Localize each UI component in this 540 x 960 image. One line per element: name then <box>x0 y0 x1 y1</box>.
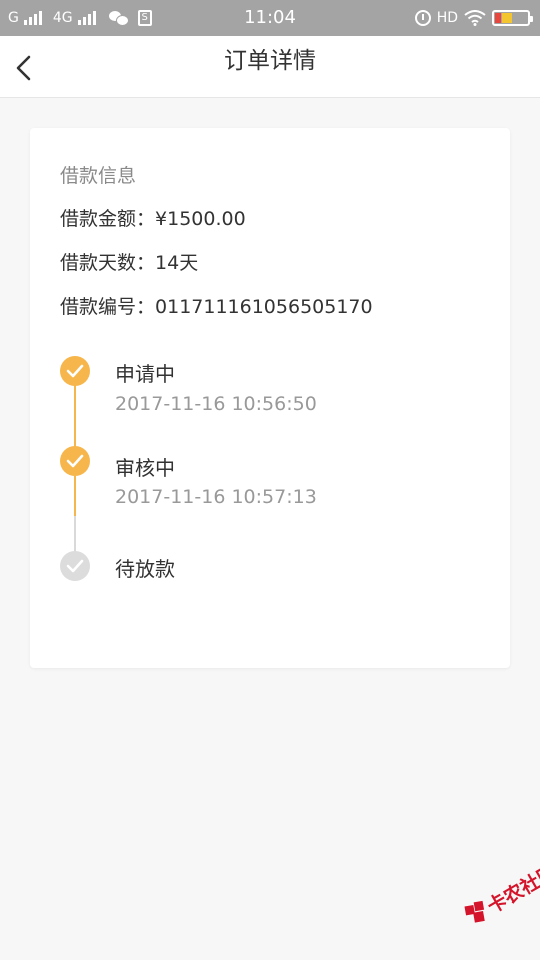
timeline-step-label: 申请中 <box>115 362 175 386</box>
watermark: 卡农社区 <box>430 815 540 931</box>
check-icon <box>60 446 90 476</box>
timeline-step-time: 2017-11-16 10:57:13 <box>115 486 317 508</box>
watermark-text: 卡农社区 <box>483 861 540 919</box>
check-icon <box>60 551 90 581</box>
timeline-step-label: 审核中 <box>115 456 175 480</box>
status-right: HD <box>414 0 533 36</box>
check-icon <box>60 356 90 386</box>
timeline-step-time: 2017-11-16 10:56:50 <box>115 393 317 415</box>
status-bar: G 4G S 11:04 HD <box>0 0 540 36</box>
page-title: 订单详情 <box>224 48 316 74</box>
timeline-connector <box>74 476 76 516</box>
order-detail-card: 借款信息 借款金额：¥1500.00 借款天数：14天 借款编号：0117111… <box>30 128 510 668</box>
hd-label: HD <box>436 10 458 26</box>
status-timeline: 申请中 2017-11-16 10:56:50 审核中 2017-11-16 1… <box>30 128 510 668</box>
wifi-icon <box>464 10 486 26</box>
app-header: 订单详情 <box>0 36 540 98</box>
timeline-connector <box>74 516 76 552</box>
battery-icon <box>492 10 533 26</box>
alarm-icon <box>414 10 431 26</box>
timeline-step-label: 待放款 <box>115 557 175 581</box>
